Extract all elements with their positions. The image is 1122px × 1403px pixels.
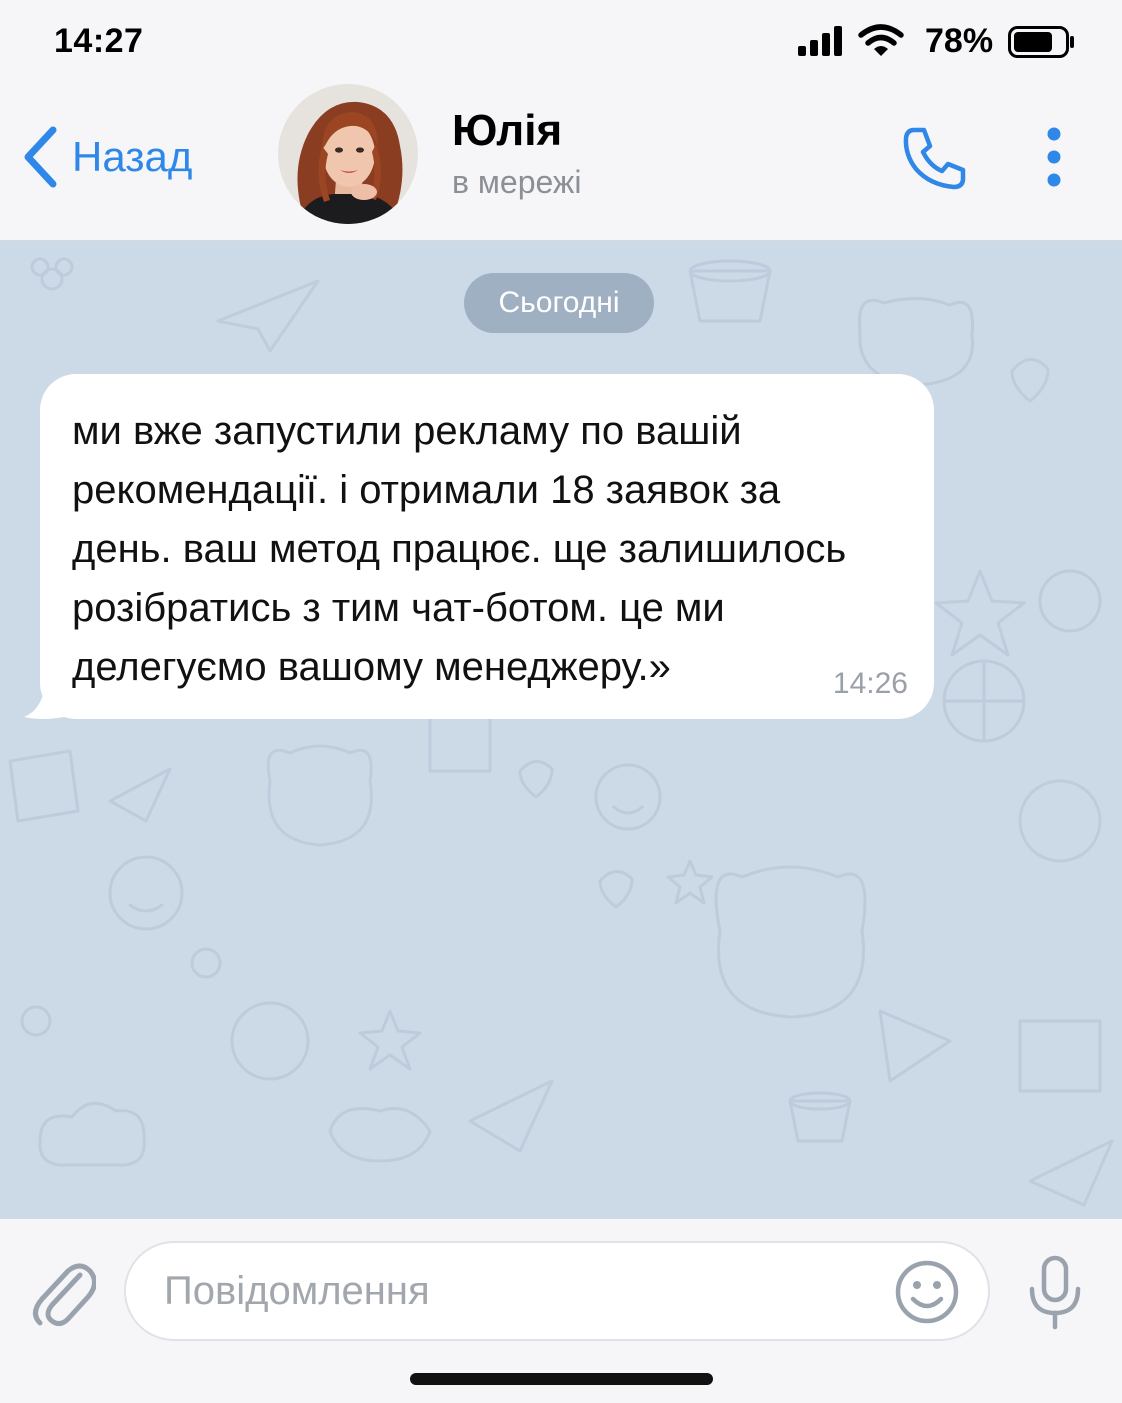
- contact-name: Юлія: [452, 106, 563, 155]
- back-label: Назад: [72, 133, 193, 180]
- wifi-icon: [858, 24, 904, 56]
- home-indicator: [410, 1373, 713, 1385]
- status-bar: 14:27 78%: [0, 0, 1122, 84]
- more-vertical-icon: [1047, 127, 1061, 187]
- battery-icon: [1008, 26, 1074, 58]
- cellular-signal-icon: [798, 26, 842, 56]
- input-bar: [0, 1218, 1122, 1403]
- phone-icon: [903, 127, 966, 190]
- contact-avatar[interactable]: [278, 84, 418, 224]
- chat-area[interactable]: Сьогодні ми вже запустили рекламу по ваш…: [0, 241, 1122, 1218]
- contact-status: в мережі: [452, 164, 582, 200]
- attach-button[interactable]: [30, 1253, 97, 1334]
- microphone-icon: [1029, 1255, 1081, 1330]
- status-time: 14:27: [54, 22, 144, 60]
- message-time: 14:26: [832, 667, 908, 700]
- emoji-button[interactable]: [894, 1259, 960, 1330]
- back-button[interactable]: Назад: [22, 122, 192, 192]
- paperclip-icon: [33, 1263, 97, 1327]
- more-options-button[interactable]: [1034, 124, 1074, 199]
- microphone-button[interactable]: [1026, 1255, 1084, 1336]
- message-text: ми вже запустили рекламу по вашій рекоме…: [72, 409, 847, 689]
- chevron-left-icon: [24, 126, 57, 188]
- chat-header: Назад Юлія в мережі: [0, 84, 1122, 241]
- date-separator: Сьогодні: [464, 273, 654, 333]
- message-input[interactable]: [124, 1241, 990, 1341]
- emoji-icon: [895, 1260, 959, 1324]
- call-button[interactable]: [900, 124, 968, 197]
- battery-percent: 78%: [925, 22, 994, 60]
- message-bubble-incoming[interactable]: ми вже запустили рекламу по вашій рекоме…: [40, 374, 934, 719]
